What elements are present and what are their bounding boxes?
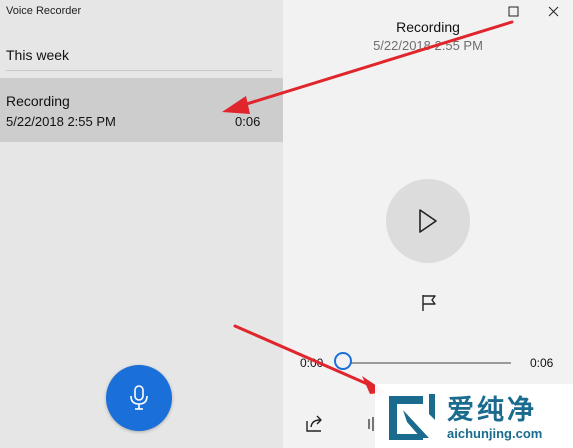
flag-icon — [422, 295, 436, 311]
recording-detail-title: Recording — [396, 19, 460, 35]
recordings-pane: Voice Recorder This week Recording 5/22/… — [0, 0, 283, 448]
recording-title: Recording — [6, 93, 70, 109]
watermark-logo-icon — [389, 394, 435, 440]
maximize-icon — [508, 6, 518, 16]
microphone-icon — [130, 385, 148, 410]
recording-list-item[interactable]: Recording 5/22/2018 2:55 PM 0:06 — [0, 78, 283, 142]
share-button[interactable] — [305, 413, 325, 433]
play-button[interactable] — [386, 179, 470, 263]
group-divider — [6, 70, 272, 71]
group-header: This week — [6, 47, 70, 63]
close-icon — [548, 6, 558, 16]
total-time: 0:06 — [530, 356, 554, 370]
seek-thumb[interactable] — [334, 352, 352, 370]
current-time: 0:00 — [300, 356, 324, 370]
share-icon — [306, 415, 322, 432]
watermark-brand: 爱纯净 — [447, 395, 537, 425]
recording-detail-date: 5/22/2018 2:55 PM — [373, 38, 483, 53]
watermark: 爱纯净 aichunjing.com — [375, 384, 573, 448]
record-button[interactable] — [106, 365, 172, 431]
recording-date: 5/22/2018 2:55 PM — [6, 114, 116, 129]
add-marker-button[interactable] — [420, 293, 438, 313]
seek-track[interactable] — [343, 362, 511, 364]
app-title: Voice Recorder — [6, 5, 82, 17]
play-icon — [419, 209, 437, 233]
watermark-url: aichunjing.com — [447, 426, 543, 441]
playback-pane: Recording 5/22/2018 2:55 PM 0:00 0:06 — [283, 0, 573, 448]
recording-duration: 0:06 — [235, 114, 261, 129]
